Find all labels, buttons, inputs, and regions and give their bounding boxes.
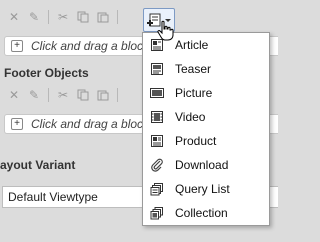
layout-variant-title: ayout Variant bbox=[0, 158, 76, 172]
copy-button[interactable] bbox=[73, 8, 93, 26]
footer-objects-title: Footer Objects bbox=[4, 66, 89, 80]
menu-item-label: Teaser bbox=[175, 62, 212, 76]
viewtype-select-value: Default Viewtype bbox=[8, 190, 98, 204]
menu-item-label: Query List bbox=[175, 182, 230, 196]
paste-icon bbox=[97, 90, 109, 101]
delete-button[interactable]: ✕ bbox=[4, 8, 24, 26]
plus-icon: + bbox=[11, 40, 23, 52]
paste-icon bbox=[97, 12, 109, 23]
video-icon bbox=[149, 109, 165, 125]
product-icon bbox=[149, 133, 165, 149]
menu-item-collection[interactable]: Collection bbox=[143, 201, 269, 225]
content-toolbar: ✕ ✎ ✂ bbox=[0, 6, 278, 28]
cut-button[interactable]: ✂ bbox=[53, 86, 73, 104]
toolbar-divider bbox=[48, 88, 49, 102]
pencil-icon: ✎ bbox=[28, 10, 40, 24]
delete-button[interactable]: ✕ bbox=[4, 86, 24, 104]
menu-item-label: Picture bbox=[175, 86, 213, 100]
copy-button[interactable] bbox=[73, 86, 93, 104]
menu-item-product[interactable]: Product bbox=[143, 129, 269, 153]
delete-icon: ✕ bbox=[8, 88, 20, 102]
hand-cursor-icon bbox=[157, 20, 174, 41]
paste-button[interactable] bbox=[93, 86, 113, 104]
toolbar-divider bbox=[117, 10, 118, 24]
edit-button[interactable]: ✎ bbox=[24, 86, 44, 104]
menu-item-label: Collection bbox=[175, 206, 228, 220]
toolbar-divider bbox=[48, 10, 49, 24]
menu-item-label: Video bbox=[175, 110, 206, 124]
toolbar-divider bbox=[117, 88, 118, 102]
picture-icon bbox=[149, 85, 165, 101]
cut-button[interactable]: ✂ bbox=[53, 8, 73, 26]
scissors-icon: ✂ bbox=[57, 10, 69, 24]
menu-item-picture[interactable]: Picture bbox=[143, 81, 269, 105]
collection-icon bbox=[149, 205, 165, 221]
paste-button[interactable] bbox=[93, 8, 113, 26]
menu-item-label: Article bbox=[175, 38, 209, 52]
pencil-icon: ✎ bbox=[28, 88, 40, 102]
paperclip-icon bbox=[149, 157, 165, 173]
menu-item-download[interactable]: Download bbox=[143, 153, 269, 177]
menu-item-label: Product bbox=[175, 134, 217, 148]
plus-icon: + bbox=[11, 118, 23, 130]
menu-item-query-list[interactable]: Query List bbox=[143, 177, 269, 201]
copy-icon bbox=[77, 89, 89, 101]
copy-icon bbox=[77, 11, 89, 23]
teaser-icon bbox=[149, 61, 165, 77]
edit-button[interactable]: ✎ bbox=[24, 8, 44, 26]
menu-item-label: Download bbox=[175, 158, 229, 172]
scissors-icon: ✂ bbox=[57, 88, 69, 102]
block-type-menu: Article Teaser Picture Video Product Dow… bbox=[142, 32, 270, 226]
menu-item-teaser[interactable]: Teaser bbox=[143, 57, 269, 81]
menu-item-video[interactable]: Video bbox=[143, 105, 269, 129]
delete-icon: ✕ bbox=[8, 10, 20, 24]
query-list-icon bbox=[149, 181, 165, 197]
